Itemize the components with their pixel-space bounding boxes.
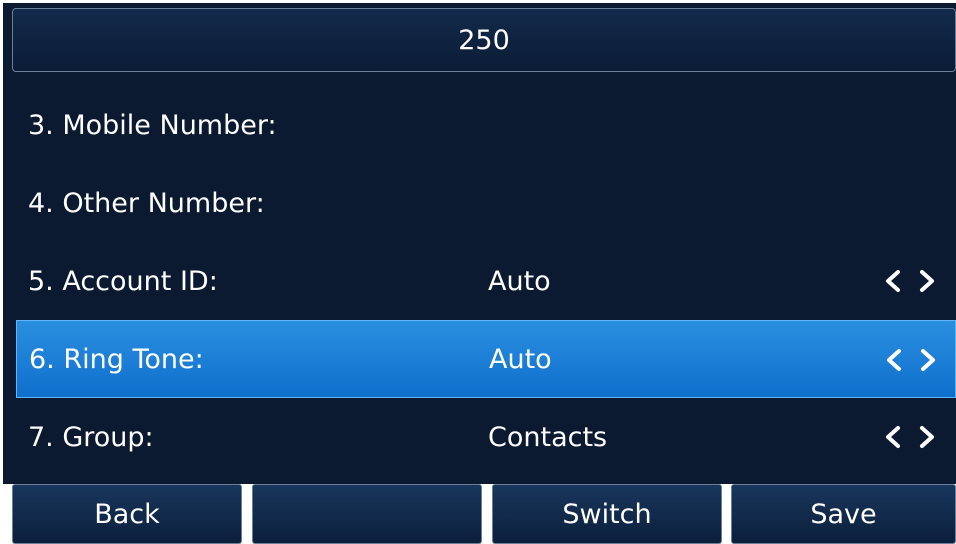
save-button[interactable]: Save [731, 484, 956, 544]
list-item-label: 4. Other Number: [28, 187, 265, 219]
empty-softkey[interactable] [252, 484, 482, 544]
list-item-label: 3. Mobile Number: [28, 109, 277, 141]
value-switcher[interactable] [884, 398, 936, 476]
list-item-label: 7. Group: [28, 421, 154, 453]
chevron-right-icon[interactable] [919, 348, 937, 372]
number-input-field[interactable]: 250 [12, 8, 956, 72]
back-button-label: Back [94, 498, 160, 530]
list-item-value: Auto [489, 343, 552, 375]
list-item-other-number[interactable]: 4. Other Number: [16, 164, 956, 242]
list-item-group[interactable]: 7. Group: Contacts [16, 398, 956, 476]
list-item-ring-tone[interactable]: 6. Ring Tone: Auto [16, 320, 956, 398]
list-item-label: 5. Account ID: [28, 265, 218, 297]
chevron-right-icon[interactable] [918, 425, 936, 449]
softkey-bar: Back Switch Save [0, 484, 956, 544]
number-input-value: 250 [458, 24, 510, 56]
switch-button[interactable]: Switch [492, 484, 722, 544]
phone-screen: 250 3. Mobile Number: 4. Other Number: 5… [0, 0, 956, 544]
back-button[interactable]: Back [12, 484, 242, 544]
save-button-label: Save [810, 498, 877, 530]
list-item-mobile-number[interactable]: 3. Mobile Number: [16, 86, 956, 164]
value-switcher[interactable] [884, 242, 936, 320]
chevron-right-icon[interactable] [918, 269, 936, 293]
list-item-value: Contacts [488, 421, 608, 453]
chevron-left-icon[interactable] [884, 269, 902, 293]
value-switcher[interactable] [885, 321, 937, 399]
list-item-account-id[interactable]: 5. Account ID: Auto [16, 242, 956, 320]
list-item-value: Auto [488, 265, 551, 297]
list-item-label: 6. Ring Tone: [29, 343, 204, 375]
chevron-left-icon[interactable] [884, 425, 902, 449]
chevron-left-icon[interactable] [885, 348, 903, 372]
switch-button-label: Switch [562, 498, 652, 530]
